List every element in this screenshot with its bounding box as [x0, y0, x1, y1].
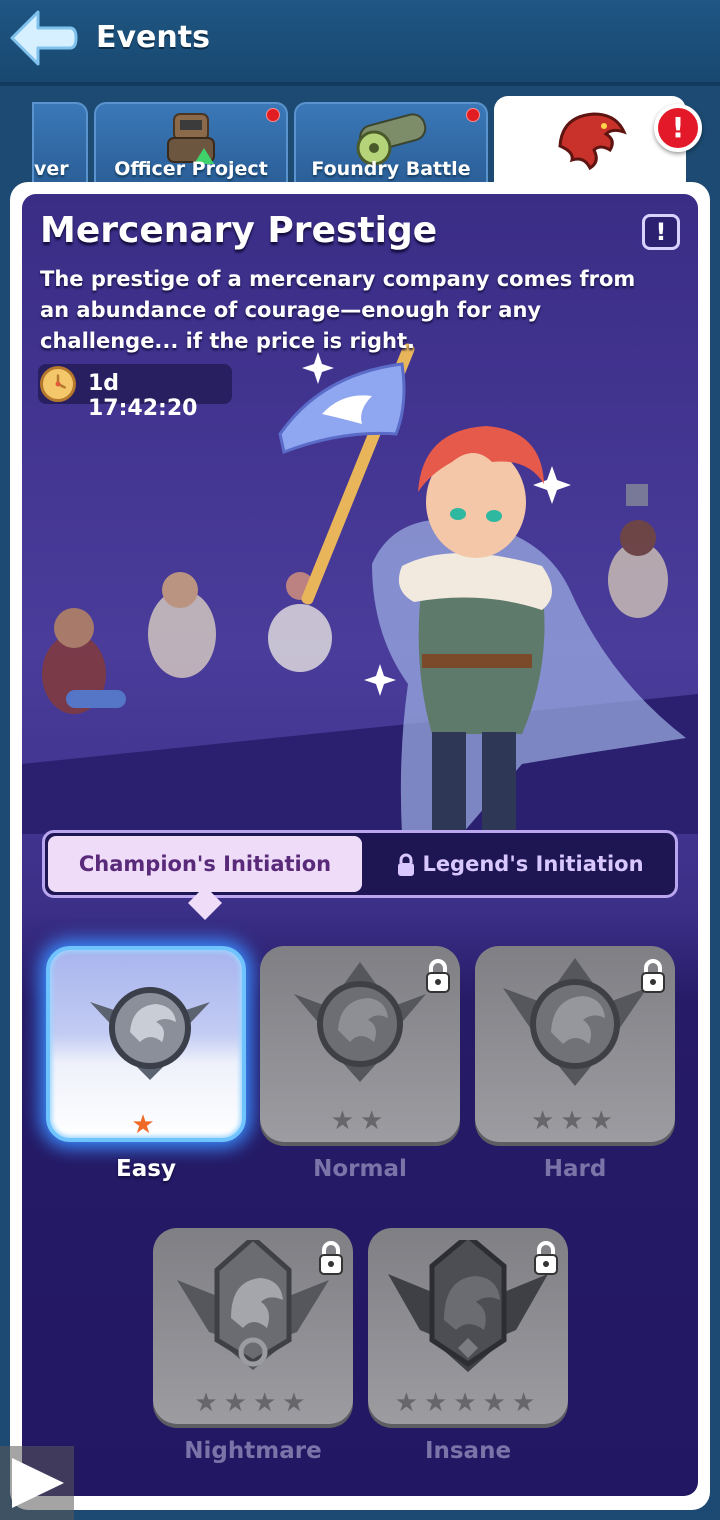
tab-label: Foundry Battle — [311, 158, 471, 180]
level-label: Nightmare — [184, 1438, 322, 1464]
event-tabs: ver Officer Project Foundry Battle — [0, 96, 720, 188]
tab-partial[interactable]: ver — [32, 102, 88, 184]
tab-foundry-battle[interactable]: Foundry Battle — [294, 102, 488, 184]
level-label: Normal — [313, 1156, 407, 1182]
lock-icon — [319, 1241, 343, 1275]
top-bar: Events — [0, 0, 720, 86]
level-normal[interactable]: ★★ Normal — [260, 946, 460, 1186]
notification-dot — [266, 108, 280, 122]
level-label: Easy — [116, 1156, 176, 1182]
difficulty-stars: ★★★ — [531, 1106, 619, 1136]
timer-text: 1d 17:42:20 — [88, 371, 198, 421]
tab-legends-initiation[interactable]: Legend's Initiation — [365, 836, 675, 892]
tab-label: ver — [34, 158, 69, 180]
difficulty-stars: ★★★★ — [194, 1388, 312, 1418]
lock-icon — [641, 959, 665, 993]
tab-mercenary-prestige[interactable] — [494, 96, 686, 188]
level-card: ★★★★ — [153, 1228, 353, 1424]
level-label: Insane — [424, 1438, 512, 1464]
tab-champions-initiation[interactable]: Champion's Initiation — [48, 836, 362, 892]
tab-label: Officer Project — [114, 158, 268, 180]
level-card: ★★ — [260, 946, 460, 1142]
officer-robot-icon — [167, 113, 215, 164]
lock-icon — [398, 853, 415, 876]
level-label: Hard — [543, 1156, 607, 1182]
red-eagle-emblem-icon — [558, 112, 627, 171]
difficulty-stars: ★ — [131, 1110, 161, 1140]
eagle-badge-icon — [177, 1240, 329, 1370]
back-arrow-icon[interactable] — [8, 8, 78, 68]
level-card: ★★★ — [475, 946, 675, 1142]
tab-officer-project[interactable]: Officer Project — [94, 102, 288, 184]
countdown-timer: 1d 17:42:20 — [38, 364, 232, 421]
level-nightmare[interactable]: ★★★★ Nightmare — [153, 1228, 353, 1468]
level-easy[interactable]: ★ Easy — [46, 946, 246, 1186]
notification-dot — [466, 108, 480, 122]
info-button[interactable]: ! — [642, 214, 680, 250]
eagle-badge-icon — [388, 1240, 548, 1372]
level-card: ★★★★★ — [368, 1228, 568, 1424]
page-title: Events — [96, 20, 210, 55]
eagle-badge-icon — [503, 958, 647, 1086]
event-title: Mercenary Prestige — [40, 210, 438, 251]
lock-icon — [534, 1241, 558, 1275]
event-panel: Mercenary Prestige ! The prestige of a m… — [22, 194, 698, 1496]
level-hard[interactable]: ★★★ Hard — [475, 946, 675, 1186]
alert-badge[interactable]: ! — [654, 104, 702, 152]
lock-icon — [426, 959, 450, 993]
difficulty-stars: ★★ — [330, 1106, 390, 1136]
level-insane[interactable]: ★★★★★ Insane — [368, 1228, 568, 1468]
eagle-badge-icon — [294, 962, 426, 1082]
initiation-toggle: Champion's Initiation Legend's Initiatio… — [42, 830, 678, 920]
clock-icon — [40, 366, 76, 402]
eagle-badge-icon — [90, 987, 210, 1080]
difficulty-stars: ★★★★★ — [394, 1388, 542, 1418]
play-button[interactable] — [0, 1446, 74, 1520]
play-icon — [12, 1458, 64, 1508]
toggle-right-label: Legend's Initiation — [422, 852, 644, 876]
level-card: ★ — [46, 946, 246, 1142]
event-description: The prestige of a mercenary company come… — [40, 267, 636, 353]
